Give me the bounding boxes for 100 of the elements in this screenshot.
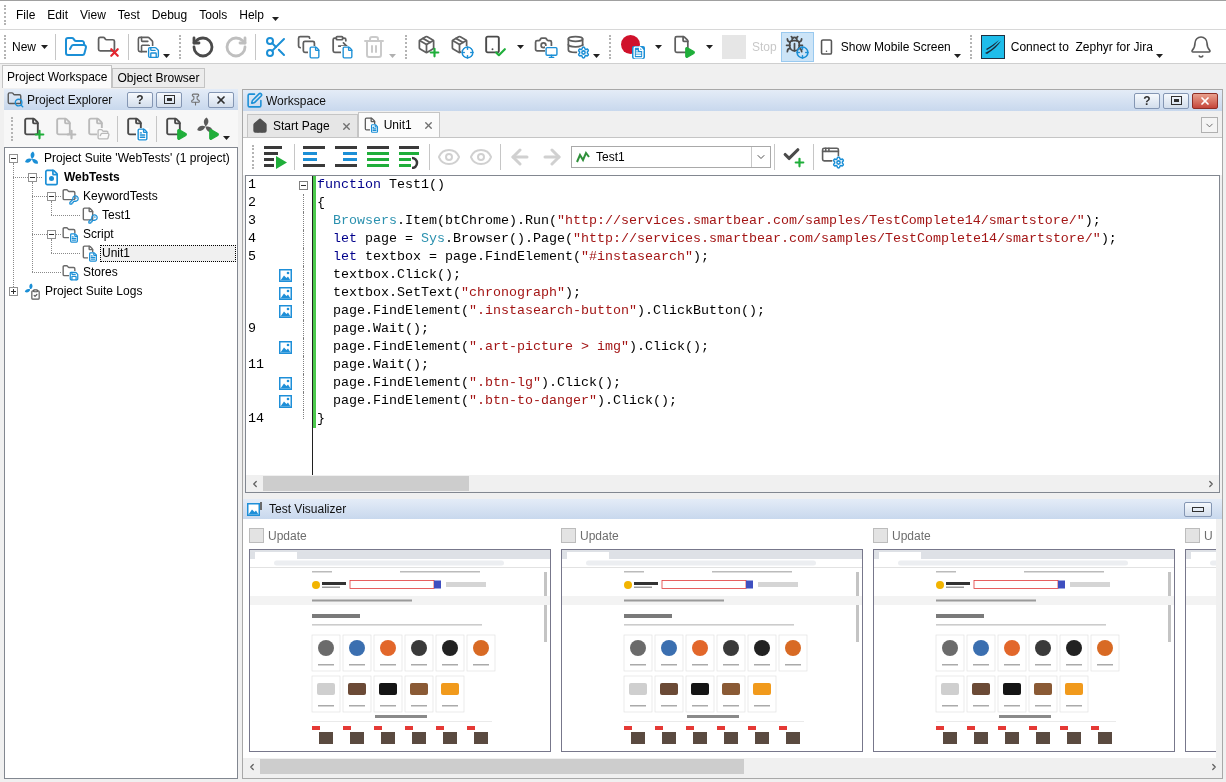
help-button[interactable]: ?: [127, 91, 153, 108]
menu-item[interactable]: Tools: [193, 5, 234, 25]
window-gear-icon: [821, 144, 845, 169]
pin-icon: [188, 93, 202, 106]
tree-item[interactable]: Stores: [81, 264, 120, 281]
lines-undo-icon: [398, 144, 422, 169]
expand-icon[interactable]: [9, 287, 18, 296]
scrollbar-thumb[interactable]: [263, 476, 469, 491]
collapse-icon[interactable]: [28, 173, 37, 182]
caret-icon: [654, 44, 662, 49]
menu-item[interactable]: View: [74, 5, 112, 25]
minimize-button[interactable]: [1184, 501, 1212, 517]
checkbox-label: Update: [268, 527, 307, 545]
line-number: 9: [248, 321, 256, 336]
restore-button[interactable]: [156, 91, 182, 108]
scrollbar-thumb[interactable]: [260, 759, 744, 774]
code-line: page.Wait();: [332, 320, 429, 338]
tablet-check-icon: [482, 34, 507, 59]
document-pencil-icon: [246, 92, 263, 109]
code-line: }: [316, 410, 325, 428]
image-icon[interactable]: [279, 286, 292, 300]
new-menu-button[interactable]: New: [8, 33, 52, 60]
file-key-icon: [81, 207, 98, 224]
mobile-screen-button[interactable]: Show Mobile Screen: [813, 31, 965, 62]
panel-tab[interactable]: Project Workspace: [2, 65, 113, 88]
caret-icon: [41, 44, 48, 49]
caret-icon: [271, 17, 279, 21]
trash-icon: [362, 34, 386, 59]
bug-target-icon: [785, 34, 810, 59]
code-line: function Test1(): [316, 176, 445, 194]
collapse-icon[interactable]: [9, 154, 18, 163]
help-button[interactable]: ?: [1134, 92, 1160, 109]
line-number: 14: [248, 411, 264, 426]
file-play-icon: [164, 116, 188, 141]
collapse-icon[interactable]: [47, 192, 56, 201]
menu-item[interactable]: File: [10, 5, 42, 25]
code-line: let page = Sys.Browser().Page("http://services.smartbear.com/samples/TestComplete14/smartstore/");: [332, 230, 1117, 248]
caret-icon: [516, 44, 524, 49]
checkbox-label: U: [1204, 527, 1213, 545]
image-clip-icon: [247, 501, 264, 517]
tree-item[interactable]: KeywordTests: [81, 188, 160, 205]
record-icon: [620, 34, 645, 59]
image-icon[interactable]: [279, 340, 292, 354]
tree-item[interactable]: Test1: [100, 207, 133, 224]
tree-item[interactable]: Project Suite Logs: [43, 283, 145, 300]
code-line: {: [316, 194, 325, 212]
code-line: page.FindElement(".art-picture > img").Click();: [332, 338, 709, 356]
code-line: page.FindElement(".btn-lg").Click();: [332, 374, 621, 392]
caret-icon: [163, 53, 170, 58]
file-folder-icon: [86, 116, 110, 141]
paste-icon: [329, 34, 354, 59]
box-target-icon: [449, 34, 474, 59]
connect-button[interactable]: Connect to Zephyr for Jira: [976, 31, 1167, 62]
menu-item[interactable]: Edit: [41, 5, 75, 25]
caret-icon: [953, 53, 961, 58]
folder-key-icon: [62, 188, 79, 205]
menu-item[interactable]: Help: [233, 5, 270, 25]
code-line: let textbox = page.FindElement("#instasearch");: [332, 248, 709, 266]
routine-select[interactable]: Test1: [571, 145, 771, 168]
horizontal-scrollbar[interactable]: [246, 475, 1219, 492]
code-line: textbox.Click();: [332, 266, 461, 284]
object-spy-button[interactable]: [780, 31, 814, 62]
menu-item[interactable]: Test: [111, 5, 146, 25]
open-folder-icon: [63, 34, 88, 59]
close-button[interactable]: [1192, 92, 1218, 109]
menu-item[interactable]: Debug: [145, 5, 194, 25]
close-tab-button[interactable]: [340, 120, 353, 132]
tree-item[interactable]: Script: [81, 226, 116, 243]
copy-icon: [296, 34, 321, 59]
image-icon[interactable]: [279, 376, 292, 390]
caret-icon: [705, 44, 713, 49]
file-plus-icon: [22, 116, 46, 141]
panel-tab[interactable]: Object Browser: [112, 68, 205, 88]
close-icon: [423, 119, 435, 131]
close-tab-button[interactable]: [422, 119, 435, 131]
folder-save-icon: [62, 264, 79, 281]
wing-logo-icon: [980, 34, 1005, 59]
restore-button[interactable]: [1163, 92, 1189, 109]
image-icon[interactable]: [279, 268, 292, 282]
panel-title: Test Visualizer: [269, 501, 347, 518]
save-icon: [136, 34, 160, 59]
bell-icon: [1189, 34, 1213, 59]
image-icon[interactable]: [279, 304, 292, 318]
code-editor[interactable]: [245, 175, 1220, 493]
undo-icon: [190, 34, 215, 59]
close-button[interactable]: [208, 91, 234, 108]
document-tab[interactable]: Start Page: [247, 114, 358, 137]
restore-icon: [1170, 96, 1182, 105]
tree-item[interactable]: Project Suite 'WebTests' (1 project): [42, 150, 232, 167]
file-plus-icon: [54, 116, 78, 141]
tree-item[interactable]: WebTests: [62, 169, 122, 186]
line-number: 5: [248, 249, 256, 264]
line-number: 11: [248, 357, 264, 372]
zigzag-icon: [576, 150, 590, 163]
tree-item[interactable]: Unit1: [100, 245, 236, 262]
document-tab[interactable]: Unit1: [357, 112, 440, 137]
image-icon[interactable]: [279, 394, 292, 408]
collapse-icon[interactable]: [47, 230, 56, 239]
collapse-icon[interactable]: [298, 180, 308, 190]
caret-icon: [593, 53, 600, 58]
